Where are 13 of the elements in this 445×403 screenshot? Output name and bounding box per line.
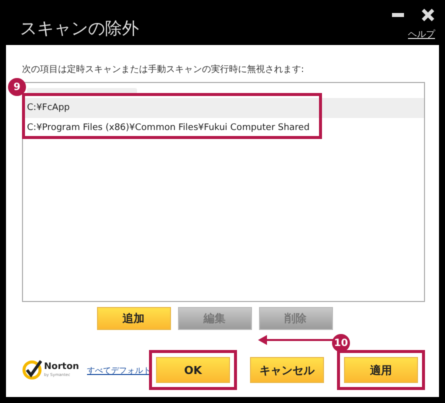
dialog-button[interactable]: キャンセル [250, 357, 324, 383]
exclusion-item[interactable]: C:¥FcApp [23, 98, 424, 118]
description-text: 次の項目は定時スキャンまたは手動スキャンの実行時に無視されます: [22, 64, 306, 76]
dialog-button[interactable]: 適用 [344, 357, 418, 383]
step-badge: 10 [332, 334, 350, 352]
reset-defaults-link[interactable]: すべてデフォルト [87, 364, 149, 376]
help-link[interactable]: ヘルプ [408, 28, 435, 41]
dialog-button[interactable]: OK [156, 357, 230, 383]
list-button[interactable]: 追加 [96, 307, 170, 330]
step-badge: 9 [8, 78, 26, 96]
logo-name: Norton [44, 363, 80, 372]
exclusion-item[interactable]: C:¥Program Files (x86)¥Common Files¥Fukui Computer Shared [23, 118, 424, 138]
window-title: スキャンの除外 [20, 18, 139, 40]
